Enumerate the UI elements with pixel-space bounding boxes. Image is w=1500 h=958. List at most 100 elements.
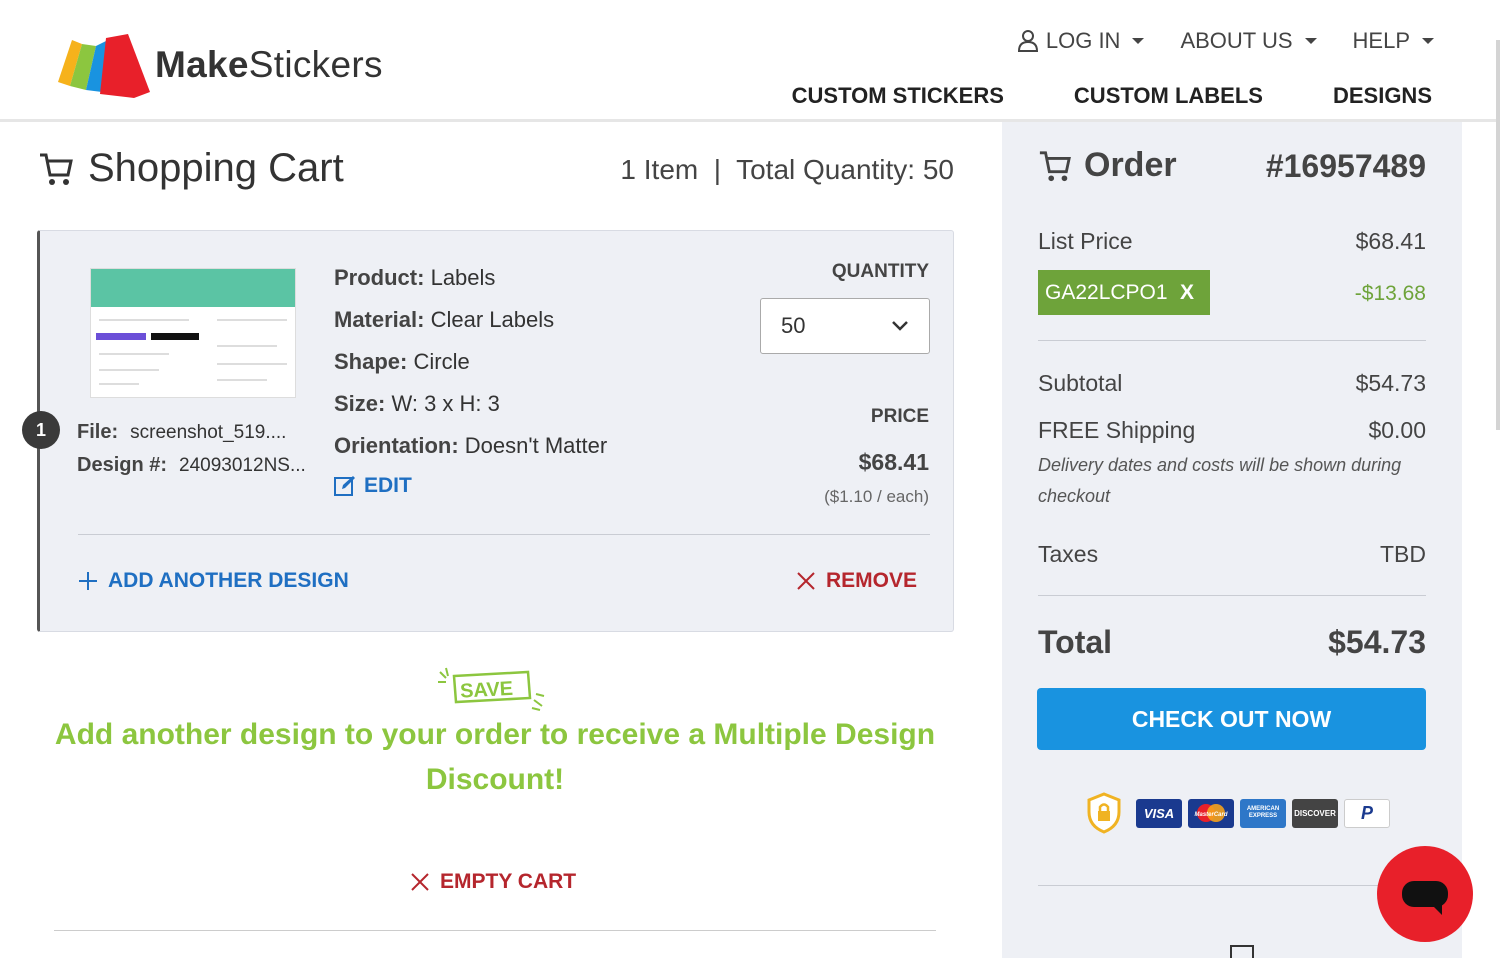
- nav-help-label: HELP: [1352, 28, 1410, 53]
- multiple-design-promo: Add another design to your order to rece…: [54, 718, 936, 796]
- chat-button[interactable]: [1377, 846, 1473, 942]
- quantity-label: QUANTITY: [831, 261, 929, 282]
- visa-icon: VISA: [1136, 798, 1182, 828]
- page-title-text: Shopping Cart: [88, 146, 344, 190]
- plus-icon: [79, 572, 97, 590]
- order-summary-panel: Order #16957489 List Price $68.41 GA22LC…: [1002, 122, 1462, 958]
- logo-wordmark[interactable]: MakeStickers: [155, 44, 383, 86]
- list-price-label: List Price: [1038, 228, 1133, 254]
- quantity-select[interactable]: 50: [760, 298, 930, 354]
- chevron-down-icon: [892, 321, 908, 331]
- total-label: Total: [1038, 624, 1113, 660]
- discover-icon: DISCOVER: [1292, 798, 1338, 828]
- file-info: File: screenshot_519.... Design #: 2409301…: [77, 416, 306, 482]
- total-row: Total $54.73: [1038, 624, 1426, 661]
- divider: [1038, 885, 1426, 886]
- subtotal-row: Subtotal $54.73: [1038, 370, 1426, 397]
- amex-icon: AMERICAN EXPRESS: [1240, 798, 1286, 828]
- close-icon: [797, 572, 815, 590]
- divider: [78, 534, 930, 535]
- spec-product: Product: Labels: [334, 265, 496, 290]
- subtotal-label: Subtotal: [1038, 370, 1123, 396]
- close-icon: [411, 873, 429, 891]
- spec-material: Material: Clear Labels: [334, 307, 555, 332]
- order-title: Order: [1038, 146, 1177, 185]
- security-shield-icon: [1087, 792, 1121, 834]
- total-value: $54.73: [1328, 624, 1426, 660]
- taxes-value: TBD: [1380, 541, 1426, 567]
- file-value: screenshot_519....: [130, 422, 287, 443]
- design-number-value: 24093012NS...: [179, 455, 306, 476]
- edit-label: EDIT: [364, 474, 412, 497]
- subtotal-value: $54.73: [1355, 370, 1426, 396]
- order-number: #16957489: [1265, 148, 1426, 184]
- paypal-icon: P: [1344, 798, 1390, 828]
- makestickers-logo[interactable]: [56, 32, 156, 102]
- nav-about-us[interactable]: ABOUT US: [1180, 28, 1317, 54]
- site-header: MakeStickers LOG IN ABOUT US HELP CUSTOM…: [0, 0, 1500, 122]
- design-thumbnail[interactable]: [90, 268, 296, 398]
- nav-help[interactable]: HELP: [1353, 28, 1434, 54]
- mastercard-icon: MasterCard: [1188, 798, 1234, 828]
- add-design-label: ADD ANOTHER DESIGN: [108, 569, 349, 592]
- chevron-down-icon: [1132, 38, 1145, 44]
- check-out-now-button[interactable]: CHECK OUT NOW: [1037, 688, 1426, 750]
- scrollbar[interactable]: [1496, 40, 1500, 430]
- cart-summary: 1 Item | Total Quantity: 50: [620, 154, 954, 185]
- feedback-icon[interactable]: [1230, 945, 1254, 958]
- page-title: Shopping Cart: [38, 146, 344, 191]
- nav-custom-stickers[interactable]: CUSTOM STICKERS: [792, 83, 1004, 109]
- shipping-row: FREE Shipping $0.00: [1038, 417, 1426, 444]
- cart-icon: [1039, 150, 1071, 181]
- chevron-down-icon: [1304, 38, 1317, 44]
- user-icon: [1017, 30, 1038, 52]
- price-value: $68.41: [858, 449, 929, 475]
- item-number-badge: 1: [22, 411, 60, 449]
- quantity-value: 50: [781, 313, 806, 338]
- edit-button[interactable]: EDIT: [334, 474, 412, 498]
- taxes-row: Taxes TBD: [1038, 541, 1426, 568]
- remove-button[interactable]: REMOVE: [796, 569, 917, 593]
- divider: [54, 930, 936, 931]
- order-title-text: Order: [1084, 146, 1177, 184]
- spec-shape: Shape: Circle: [334, 349, 470, 374]
- nav-designs[interactable]: DESIGNS: [1333, 83, 1432, 109]
- svg-text:MasterCard: MasterCard: [1194, 812, 1227, 818]
- cart-item: 1 File: screenshot_519.... Design #: 24093…: [22, 230, 954, 632]
- save-badge-text: SAVE: [460, 678, 514, 703]
- product-specs: Product: Labels Material: Clear Labels S…: [334, 257, 607, 467]
- chat-icon: [1402, 881, 1448, 915]
- coupon-code: GA22LCPO1: [1045, 280, 1168, 304]
- spec-size: Size: W: 3 x H: 3: [334, 391, 500, 416]
- delivery-note: Delivery dates and costs will be shown d…: [1038, 455, 1402, 506]
- shipping-label: FREE Shipping: [1038, 417, 1196, 443]
- shipping-value: $0.00: [1368, 417, 1426, 443]
- divider: [1038, 340, 1426, 341]
- main-navigation: CUSTOM STICKERS CUSTOM LABELS DESIGNS: [792, 83, 1432, 109]
- spec-orientation: Orientation: Doesn't Matter: [334, 433, 608, 458]
- nav-custom-labels[interactable]: CUSTOM LABELS: [1074, 83, 1263, 109]
- edit-icon: [334, 476, 355, 496]
- top-navigation: LOG IN ABOUT US HELP: [1017, 28, 1434, 54]
- payment-methods: VISA MasterCard AMERICAN EXPRESS DISCOVE…: [1086, 792, 1390, 834]
- remove-label: REMOVE: [825, 569, 917, 592]
- nav-about-us-label: ABOUT US: [1180, 28, 1293, 53]
- add-another-design-button[interactable]: ADD ANOTHER DESIGN: [78, 569, 349, 593]
- taxes-label: Taxes: [1038, 541, 1099, 567]
- design-number-label: Design #:: [77, 454, 168, 476]
- price-each: ($1.10 / each): [824, 487, 929, 506]
- coupon-tag: GA22LCPO1 X: [1038, 270, 1210, 315]
- list-price-value: $68.41: [1355, 228, 1426, 254]
- price-label: PRICE: [870, 406, 929, 427]
- discount-value: -$13.68: [1354, 282, 1426, 305]
- empty-cart-button[interactable]: EMPTY CART: [410, 870, 576, 894]
- save-badge: SAVE: [438, 667, 545, 711]
- file-label: File:: [77, 421, 119, 443]
- divider: [1038, 595, 1426, 596]
- empty-cart-label: EMPTY CART: [440, 870, 577, 893]
- cart-icon: [40, 153, 73, 185]
- remove-coupon-button[interactable]: X: [1180, 281, 1194, 305]
- nav-log-in[interactable]: LOG IN: [1017, 28, 1145, 54]
- nav-log-in-label: LOG IN: [1045, 28, 1121, 53]
- list-price-row: List Price $68.41: [1038, 228, 1426, 255]
